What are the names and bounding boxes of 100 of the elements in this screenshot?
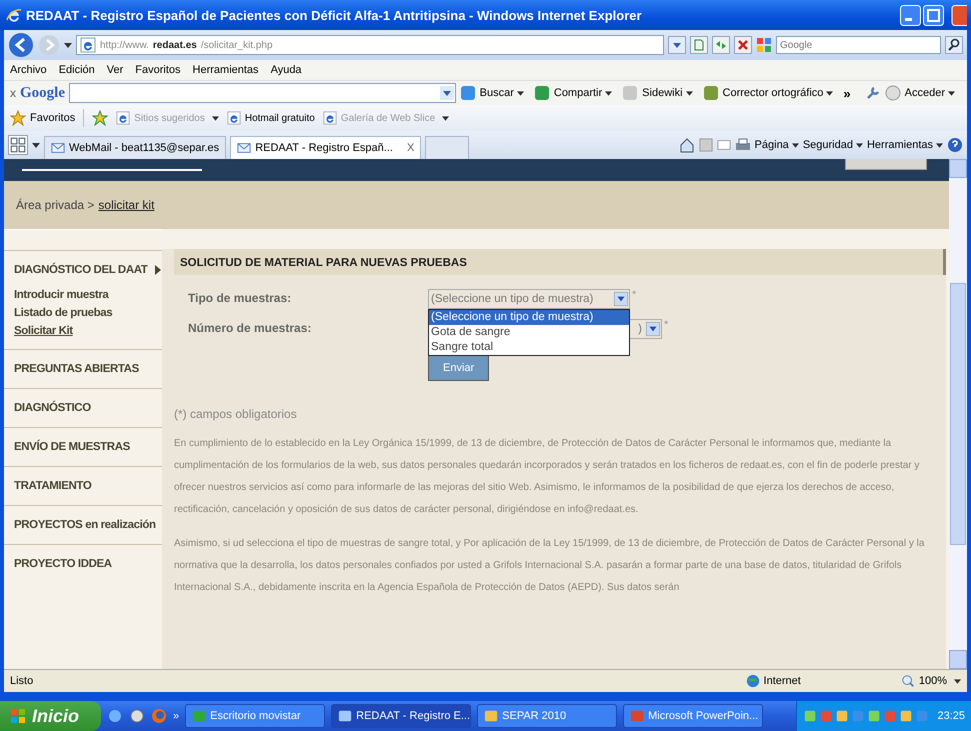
command-button[interactable]: Seguridad <box>802 139 863 151</box>
caret-icon <box>212 116 219 120</box>
page-icon <box>80 37 96 53</box>
app-icon[interactable] <box>129 708 146 724</box>
breadcrumb-link[interactable]: solicitar kit <box>98 198 154 212</box>
toolbar-app-icon[interactable] <box>702 85 719 101</box>
dropdown-option[interactable]: Gota de sangre <box>429 325 629 340</box>
google-logo: Google <box>20 84 65 102</box>
menu-item[interactable]: Archivo <box>10 64 47 76</box>
menu-item[interactable]: Edición <box>58 64 95 76</box>
more-button[interactable]: » <box>173 710 180 722</box>
quick-tabs-icon[interactable] <box>8 135 28 155</box>
browser-logo-icon <box>6 7 22 23</box>
caret-icon <box>792 142 799 148</box>
menu-item[interactable]: Herramientas <box>192 64 259 76</box>
legal-paragraph: Asimismo, si ud selecciona el tipo de muestras de sangre total, y Por aplicación de la Ley 15/1999, de 13 de diciembre, de Protección de Datos de Carácter Personal y la normativa que la desarrolla, los datos personales confiados por usted a Grifols Internacional S.A. pasarán a formar parte de una base de datos, titularidad de Grifols Internacional S.A., debidamente inscrita en la Agencia Española de Protección de Datos (AEPD). Sus datos serán <box>174 537 926 595</box>
search-field[interactable]: Google <box>776 36 941 54</box>
user-icon <box>884 85 901 101</box>
menu-item[interactable]: Favoritos <box>135 64 181 76</box>
tray-icon[interactable] <box>899 709 914 723</box>
arrow-icon <box>155 265 162 275</box>
star-icon <box>10 110 26 126</box>
select-field[interactable]: (Seleccione un tipo de muestra) <box>428 289 630 309</box>
dropdown-option[interactable]: (Seleccione un tipo de muestra) <box>429 310 629 325</box>
windows-logo-icon <box>10 708 26 724</box>
toolbar-search-field[interactable] <box>69 83 456 103</box>
breadcrumb-text: Área privada > <box>16 198 94 212</box>
add-favorite-icon[interactable] <box>92 110 108 126</box>
command-button[interactable]: Página <box>754 139 799 151</box>
toolbar-button[interactable]: Compartir <box>554 87 612 99</box>
dropdown-arrow-icon <box>614 292 628 306</box>
start-button[interactable]: Inicio <box>0 701 102 731</box>
favorites-button[interactable]: Favoritos <box>10 110 76 126</box>
app-icon <box>630 709 644 723</box>
address-field[interactable]: http://www. redaat.es /solicitar_kit.php <box>76 35 664 55</box>
menu-item[interactable]: Ver <box>106 64 124 76</box>
firefox-icon[interactable] <box>151 708 168 724</box>
new-tab-button[interactable] <box>425 136 470 159</box>
caret-icon <box>936 142 943 148</box>
zoom-button[interactable]: 100% <box>900 674 961 688</box>
dropdown-arrow-icon <box>646 322 660 336</box>
more-button[interactable]: » <box>843 86 851 100</box>
print-icon[interactable] <box>734 137 751 153</box>
page-icon <box>226 111 241 125</box>
browser-tab[interactable]: REDAAT - Registro Españ... X <box>230 136 422 159</box>
status-text: Listo <box>10 675 34 687</box>
browser-tab[interactable]: WebMail - beat1135@separ.es <box>44 136 226 159</box>
envelope-icon <box>51 141 65 155</box>
favorites-link[interactable]: Hotmail gratuito <box>226 111 315 125</box>
dropdown-icon[interactable] <box>668 36 686 54</box>
caret-icon <box>605 90 612 96</box>
dropdown-icon[interactable] <box>64 42 72 48</box>
caret-icon <box>516 90 524 96</box>
taskbar-button[interactable]: Microsoft PowerPoin... <box>623 704 764 728</box>
close-toolbar-button[interactable]: x <box>10 86 16 100</box>
toolbar-button[interactable]: Buscar <box>480 87 524 99</box>
field-label: Número de muestras: <box>188 320 312 335</box>
refresh-icon[interactable] <box>712 36 730 54</box>
dropdown-icon[interactable] <box>32 142 40 148</box>
stop-icon[interactable] <box>734 36 752 54</box>
toolbar-button[interactable]: Sidewiki <box>642 87 693 99</box>
help-icon[interactable] <box>947 137 963 153</box>
command-button[interactable]: Herramientas <box>866 139 943 151</box>
taskbar-button[interactable]: SEPAR 2010 <box>477 704 618 728</box>
dropdown-option[interactable]: Sangre total <box>429 340 629 355</box>
tray-icon[interactable] <box>835 709 850 723</box>
mail-icon[interactable] <box>716 138 731 152</box>
sign-in-button[interactable]: Acceder <box>904 87 955 99</box>
tray-icon[interactable] <box>803 709 818 723</box>
required-note: (*) campos obligatorios <box>174 407 298 421</box>
sidebar-subitem[interactable]: Solicitar Kit <box>14 325 162 337</box>
taskbar-button[interactable]: Escritorio movistar <box>185 704 326 728</box>
clock: 23:25 <box>937 710 965 722</box>
tray-icon[interactable] <box>867 709 882 723</box>
toolbar-app-icon[interactable] <box>460 85 476 101</box>
sidebar-subitem[interactable]: Listado de pruebas <box>14 307 162 319</box>
zoom-icon <box>900 674 915 688</box>
close-tab-button[interactable]: X <box>406 142 414 154</box>
minimize-icon[interactable] <box>900 4 921 26</box>
menu-item[interactable]: Ayuda <box>270 64 302 76</box>
page-icon <box>322 111 337 125</box>
caret-icon <box>954 678 961 684</box>
search-icon[interactable] <box>945 36 963 54</box>
feed-icon[interactable] <box>698 138 713 152</box>
wrench-icon[interactable] <box>864 85 881 101</box>
sidebar-subitem[interactable]: Introducir muestra <box>14 289 162 301</box>
scrollbar[interactable] <box>949 159 967 669</box>
home-icon[interactable] <box>678 137 695 153</box>
form-title: SOLICITUD DE MATERIAL PARA NUEVAS PRUEBAS <box>174 249 946 275</box>
maximize-icon[interactable] <box>923 4 944 26</box>
caret-icon <box>686 90 693 96</box>
required-mark: * <box>664 319 668 333</box>
back-icon[interactable] <box>8 32 34 58</box>
taskbar-button[interactable]: REDAAT - Registro E... <box>331 704 472 728</box>
compatibility-icon[interactable] <box>690 36 708 54</box>
toolbar-app-icon[interactable] <box>534 85 550 101</box>
search-provider-icon[interactable] <box>756 37 772 53</box>
browser-logo-icon[interactable] <box>107 708 124 724</box>
toolbar-button[interactable]: Corrector ortográfico <box>722 87 834 99</box>
header-button[interactable] <box>845 159 927 170</box>
